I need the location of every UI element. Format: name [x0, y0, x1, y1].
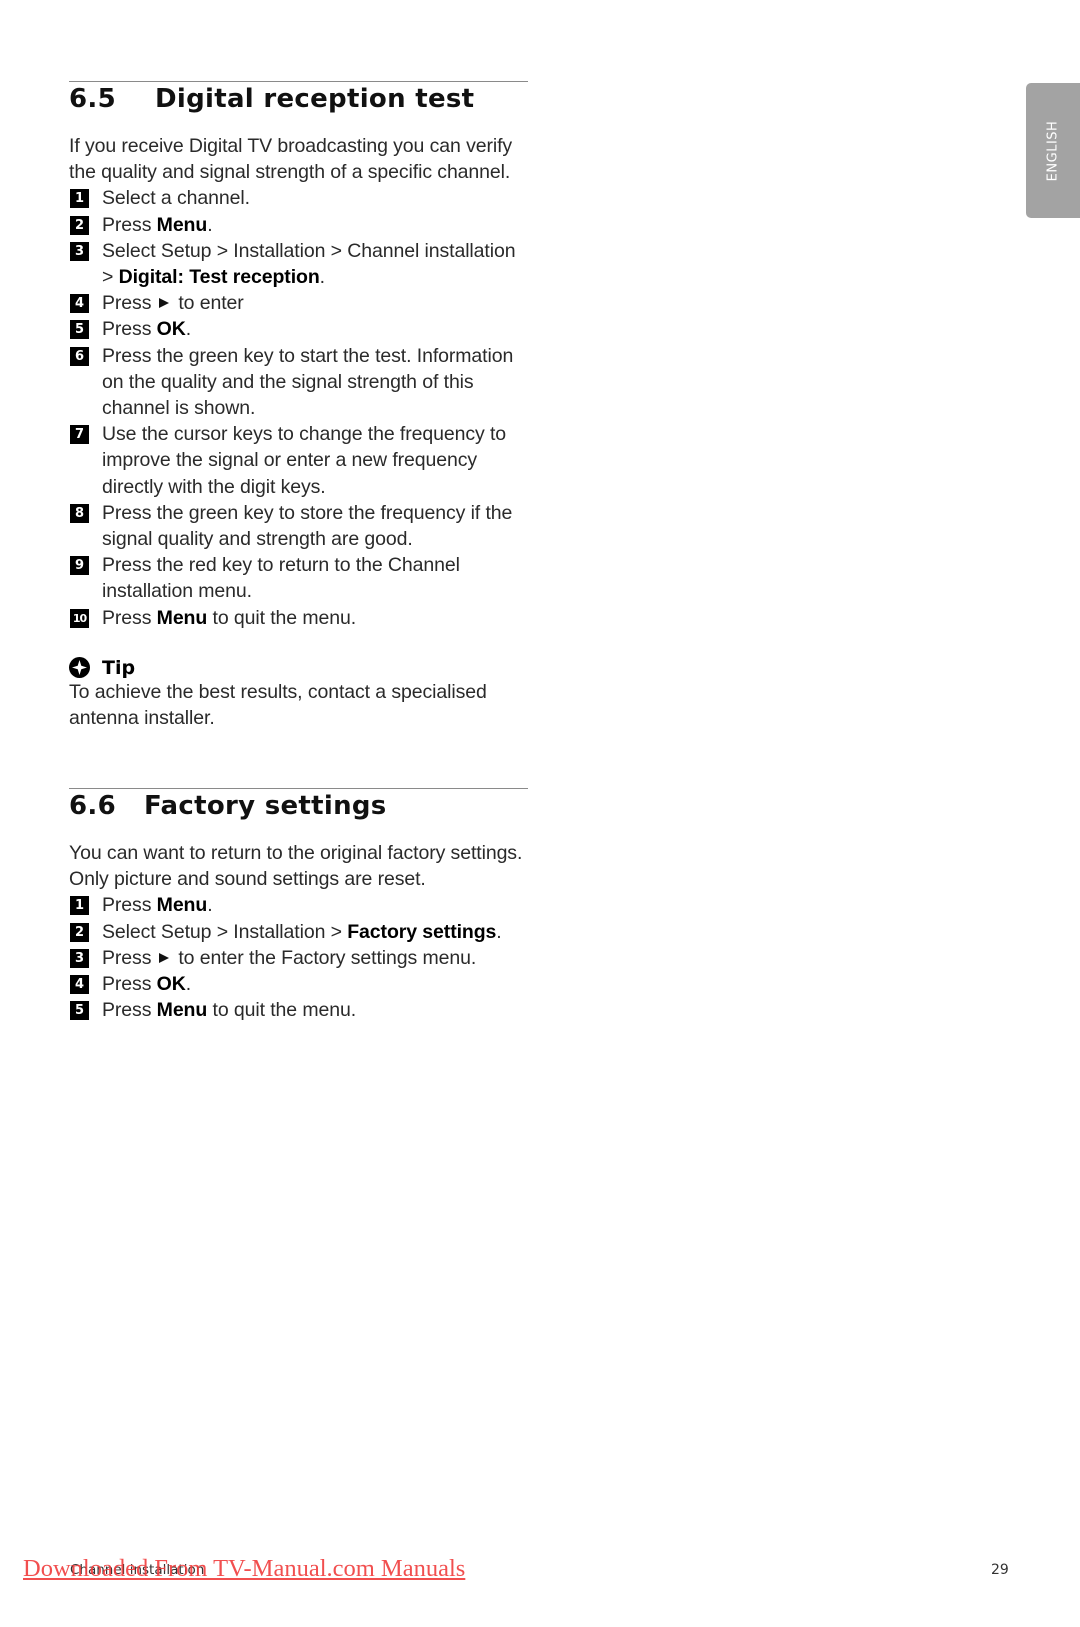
step-keyword: Digital: Test reception — [118, 266, 320, 289]
step-number-badge: 1 — [70, 189, 89, 209]
step-item: 10 Press Menu to quit the menu. — [69, 605, 528, 631]
step-item: 4 Press to enter — [69, 290, 528, 316]
section-intro: If you receive Digital TV broadcasting y… — [69, 135, 513, 184]
step-keyword: OK — [156, 318, 186, 341]
step-text: Press the red key to return to the Chann… — [102, 554, 460, 603]
section-title: Factory settings — [144, 791, 387, 821]
step-number-badge: 5 — [70, 1001, 89, 1021]
step-item: 2 Select Setup > Installation > Factory s… — [69, 919, 528, 945]
step-number-badge: 2 — [70, 215, 89, 235]
section-heading: 6.5 Digital reception test — [69, 82, 528, 116]
step-number-badge: 7 — [70, 425, 89, 445]
step-item: 7 Use the cursor keys to change the frequ… — [69, 421, 528, 500]
tip-box: Tip To achieve the best results, contact… — [69, 657, 528, 731]
step-number-badge: 1 — [70, 896, 89, 916]
step-keyword: Menu — [156, 999, 208, 1022]
step-number-badge: 10 — [70, 608, 89, 628]
tip-title: Tip — [102, 656, 136, 679]
step-item: 4 Press OK. — [69, 971, 528, 997]
step-text: Press — [102, 973, 157, 996]
step-number-badge: 9 — [70, 556, 89, 576]
tip-text: To achieve the best results, contact a s… — [69, 680, 487, 730]
section-heading: 6.6 Factory settings — [69, 789, 528, 823]
right-arrow-icon — [159, 298, 170, 309]
tip-star-icon — [69, 657, 90, 679]
step-text: to quit the menu. — [207, 606, 357, 629]
section-digital-reception-test: 6.5 Digital reception test If you receive… — [69, 81, 528, 731]
step-text: Press — [102, 946, 152, 969]
step-item: 2 Press Menu. — [69, 212, 528, 238]
step-keyword: Factory settings — [347, 920, 497, 943]
step-text: . — [319, 266, 325, 289]
step-item: 5 Press OK. — [69, 316, 528, 342]
section-number: 6.6 — [69, 791, 116, 821]
step-number-badge: 3 — [70, 241, 89, 261]
step-text: . — [185, 318, 192, 341]
step-keyword: Menu — [156, 894, 208, 917]
step-text: Select Setup > Installation > — [102, 920, 348, 943]
step-item: 5 Press Menu to quit the menu. — [69, 997, 528, 1023]
language-tab-label: ENGLISH — [1045, 120, 1061, 181]
step-item: 8 Press the green key to store the freque… — [69, 500, 528, 552]
step-text: . — [496, 920, 502, 943]
steps-list: 1 Select a channel. 2 Press Menu. 3 Select Se… — [69, 185, 528, 630]
section-intro: You can want to return to the original f… — [69, 842, 523, 891]
steps-list: 1 Press Menu. 2 Select Setup > Installation… — [69, 892, 528, 1023]
step-number-badge: 3 — [70, 948, 89, 968]
section-factory-settings: 6.6 Factory settings You can want to retu… — [69, 788, 528, 1023]
step-text: Select a channel. — [102, 187, 250, 210]
step-item: 9 Press the red key to return to the Chan… — [69, 552, 528, 604]
step-text: Use the cursor keys to change the freque… — [102, 423, 507, 498]
step-item: 1 Press Menu. — [69, 892, 528, 918]
step-number-badge: 5 — [70, 320, 89, 340]
step-text: to enter the Factory settings menu. — [178, 946, 477, 969]
step-number-badge: 8 — [70, 503, 89, 523]
tip-header: Tip — [69, 657, 528, 679]
step-keyword: Menu — [156, 213, 208, 236]
watermark-link[interactable]: Downloaded From TV-Manual.com Manuals — [23, 1555, 465, 1583]
step-item: 1 Select a channel. — [69, 185, 528, 211]
step-text: to enter — [178, 292, 244, 315]
step-item: 3 Select Setup > Installation > Channel i… — [69, 238, 528, 290]
step-text: to quit the menu. — [207, 999, 357, 1022]
section-title: Digital reception test — [155, 84, 475, 114]
step-text: Press — [102, 894, 157, 917]
step-item: 3 Press to enter the Factory settings menu… — [69, 945, 528, 971]
section-number: 6.5 — [69, 84, 116, 114]
step-text: Press — [102, 999, 157, 1022]
language-tab: ENGLISH — [1026, 83, 1080, 218]
step-text: Press the green key to start the test. I… — [102, 344, 514, 420]
right-arrow-icon — [159, 952, 170, 963]
page-number: 29 — [991, 1562, 1009, 1578]
step-text: . — [207, 213, 213, 236]
step-number-badge: 4 — [70, 294, 89, 314]
step-text: Press — [102, 213, 157, 236]
step-keyword: Menu — [156, 606, 208, 629]
step-text: Press — [102, 318, 157, 341]
step-item: 6 Press the green key to start the test. … — [69, 343, 528, 422]
step-number-badge: 2 — [70, 922, 89, 942]
step-text: . — [185, 973, 192, 996]
step-number-badge: 6 — [70, 346, 89, 366]
step-text: Press the green key to store the frequen… — [102, 501, 513, 551]
step-text: . — [207, 894, 213, 917]
step-keyword: OK — [156, 973, 186, 996]
step-text: Press — [102, 292, 152, 315]
step-number-badge: 4 — [70, 975, 89, 995]
step-text: Press — [102, 606, 157, 629]
